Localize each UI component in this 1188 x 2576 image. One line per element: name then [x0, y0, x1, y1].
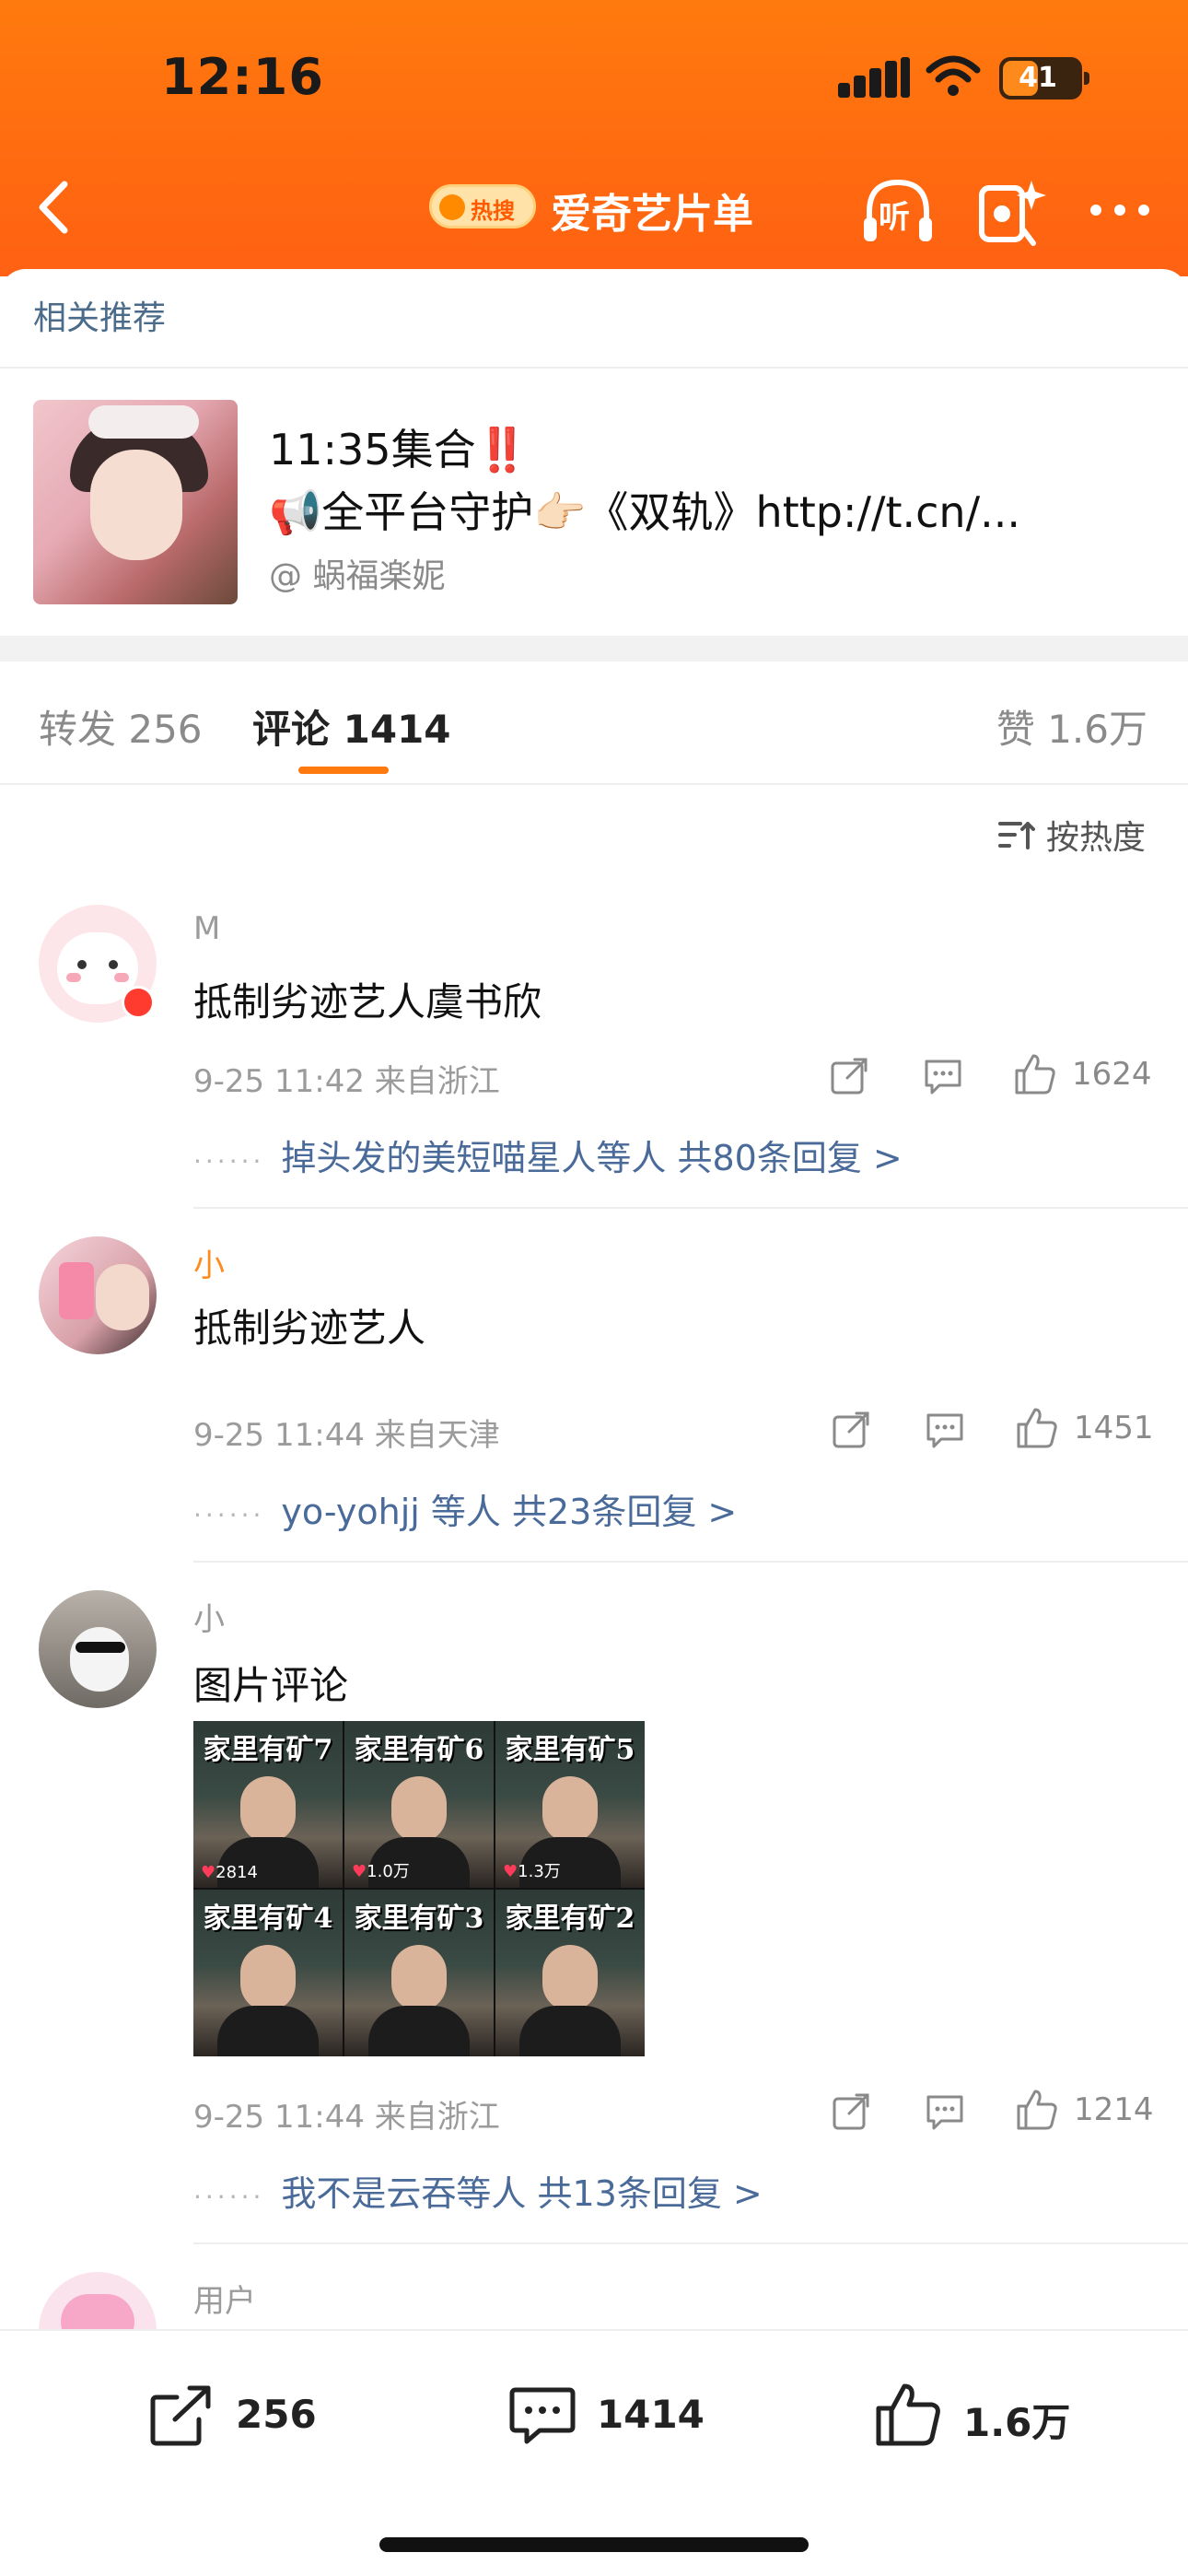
content-sheet [0, 269, 1188, 2576]
comment-icon [509, 2387, 576, 2444]
like-count: 1624 [1072, 1056, 1152, 1093]
listen-icon[interactable]: 听 [858, 171, 938, 251]
post-thumbnail[interactable] [33, 400, 238, 604]
tab-like[interactable]: 赞 1.6万 [996, 698, 1147, 755]
like-icon[interactable] [1015, 1406, 1059, 1450]
reply-icon[interactable] [921, 1054, 965, 1098]
home-indicator [379, 2537, 809, 2552]
comment-meta: 9-25 11:44 来自天津 [193, 1417, 500, 1454]
back-icon[interactable] [28, 175, 83, 240]
sort-label: 按热度 [1046, 819, 1147, 857]
tab-repost[interactable]: 转发 256 [39, 698, 203, 755]
comment-count: 1414 [597, 2392, 705, 2437]
comment-image[interactable]: 家里有矿5 ♥1.3万 [495, 1721, 645, 1888]
top-header: 12:16 41 热搜 爱奇艺片单 听 [0, 0, 1188, 276]
reply-thread-link[interactable]: ······ 掉头发的美短喵星人等人 共80条回复 > [193, 1130, 903, 1180]
repost-count: 256 [236, 2392, 317, 2437]
comment-text[interactable]: 图片评论 [193, 1655, 348, 1711]
like-count: 1451 [1074, 1410, 1154, 1446]
comment-text[interactable]: 抵制劣迹艺人虞书欣 [193, 971, 542, 1027]
divider [193, 1561, 1188, 1563]
comment-image-grid[interactable]: 家里有矿7 ♥2814 家里有矿6 ♥1.0万 家里有矿5 ♥1.3万 家里有矿4 家… [193, 1721, 645, 2056]
vip-badge-icon [122, 986, 155, 1019]
page-title: 爱奇艺片单 [551, 191, 753, 238]
like-count: 1.6万 [963, 2400, 1071, 2445]
hot-search-icon: 热搜 [429, 184, 536, 228]
tab-comment[interactable]: 评论 1414 [252, 698, 451, 755]
listen-label: 听 [879, 199, 910, 236]
comment-image[interactable]: 家里有矿2 [495, 1890, 645, 2056]
comment-meta: 9-25 11:44 来自浙江 [193, 2099, 500, 2136]
comment-text[interactable]: 抵制劣迹艺人 [193, 1297, 425, 1353]
reply-icon[interactable] [923, 1408, 967, 1452]
battery-icon: 41 [999, 57, 1089, 100]
divider [0, 783, 1188, 785]
share-icon[interactable] [829, 2090, 873, 2134]
avatar[interactable] [39, 1590, 157, 1708]
reply-thread-link[interactable]: ······ yo-yohjj 等人 共23条回复 > [193, 1483, 737, 1534]
comment-username[interactable]: 小 [193, 1240, 225, 1285]
divider [193, 2242, 1188, 2244]
like-icon [876, 2383, 940, 2446]
comment-username[interactable]: 小 [193, 1594, 225, 1639]
reply-icon[interactable] [923, 2090, 967, 2134]
wifi-icon [926, 55, 981, 96]
comment-image[interactable]: 家里有矿4 [193, 1890, 343, 2056]
post-summary[interactable]: 📢全平台守护👉🏻《双轨》http://t.cn/... [269, 479, 1020, 540]
like-icon[interactable] [1015, 2088, 1059, 2132]
more-icon[interactable] [1085, 195, 1159, 223]
like-count: 1214 [1074, 2091, 1154, 2128]
status-time: 12:16 [161, 48, 324, 106]
post-author[interactable]: @ 蜗福楽妮 [269, 549, 445, 597]
post-title[interactable]: 11:35集合‼️ [269, 416, 529, 477]
comment-image[interactable]: 家里有矿3 [344, 1890, 494, 2056]
hot-badge-label: 热搜 [471, 198, 515, 224]
divider [193, 1207, 1188, 1209]
related-recommend-label: 相关推荐 [33, 299, 167, 337]
comment-meta: 9-25 11:42 来自浙江 [193, 1063, 500, 1100]
comment-username[interactable]: 用户 [193, 2276, 256, 2321]
signal-icon [838, 57, 912, 98]
share-icon [150, 2385, 211, 2446]
section-separator [0, 636, 1188, 662]
avatar[interactable] [39, 1236, 157, 1354]
red-packet-icon[interactable] [974, 173, 1048, 247]
like-icon[interactable] [1013, 1052, 1057, 1096]
double-exclamation-icon: ‼️ [475, 425, 529, 474]
comment-username[interactable]: M [193, 910, 220, 947]
battery-level: 41 [1019, 62, 1057, 94]
share-icon[interactable] [827, 1054, 871, 1098]
comment-image[interactable]: 家里有矿6 ♥1.0万 [344, 1721, 494, 1888]
divider [0, 367, 1188, 369]
share-icon[interactable] [829, 1408, 873, 1452]
reply-thread-link[interactable]: ······ 我不是云吞等人 共13条回复 > [193, 2165, 763, 2216]
comment-image[interactable]: 家里有矿7 ♥2814 [193, 1721, 343, 1888]
sort-icon [998, 822, 1035, 849]
active-tab-indicator [298, 767, 389, 774]
